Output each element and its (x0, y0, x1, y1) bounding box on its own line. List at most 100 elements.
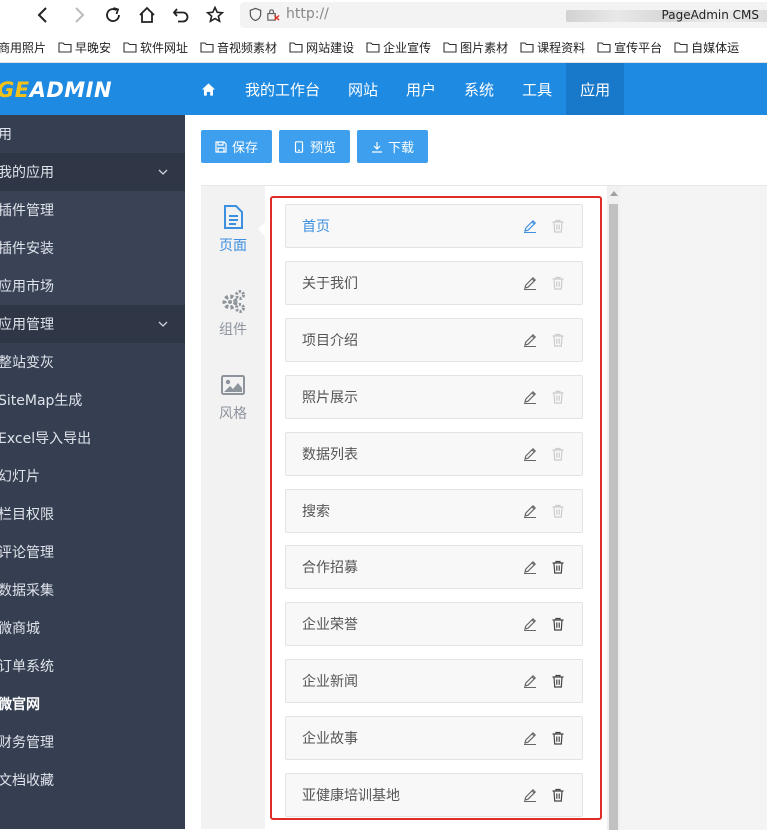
sidebar-item[interactable]: 栏目权限 (0, 495, 185, 533)
sidebar-item[interactable]: 微官网 (0, 685, 185, 723)
edit-icon (524, 788, 537, 802)
home-button[interactable] (134, 2, 160, 28)
bookmark-label: 音视频素材 (217, 40, 278, 55)
edit-page-button[interactable] (522, 673, 538, 689)
sidebar-item-label: 数据采集 (0, 583, 54, 599)
sidebar-item[interactable]: 幻灯片 (0, 457, 185, 495)
page-list-item[interactable]: 合作招募 (285, 545, 583, 590)
nav-item[interactable]: 应用 (566, 63, 625, 115)
sidebar-item[interactable]: 插件管理 (0, 191, 185, 229)
page-list-item[interactable]: 企业荣誉 (285, 602, 583, 647)
nav-item[interactable]: 用户 (392, 63, 450, 115)
nav-item[interactable]: 我的工作台 (231, 63, 334, 115)
sidebar-item[interactable]: 文档收藏 (0, 761, 185, 799)
bookmark-item[interactable]: 自媒体运 (674, 39, 739, 56)
nav-item[interactable]: 工具 (508, 63, 566, 115)
edit-page-button[interactable] (522, 389, 538, 405)
page-list-item[interactable]: 数据列表 (285, 431, 583, 476)
edit-page-button[interactable] (522, 616, 538, 632)
bookmark-label: 课程资料 (537, 40, 586, 55)
sidebar-item[interactable]: 财务管理 (0, 723, 185, 761)
delete-page-button[interactable] (550, 730, 566, 746)
tab-pages[interactable]: 页面 (201, 204, 265, 274)
page-list-item[interactable]: 关于我们 (285, 260, 583, 305)
scroll-up-arrow-icon[interactable] (610, 191, 618, 196)
edit-page-button[interactable] (522, 730, 538, 746)
sidebar-item[interactable]: 微商城 (0, 609, 185, 647)
sidebar-item[interactable]: 应用管理 (0, 305, 185, 343)
page-list-item[interactable]: 照片展示 (285, 374, 583, 419)
nav-item[interactable]: 系统 (450, 63, 508, 115)
edit-page-button[interactable] (522, 559, 538, 575)
edit-page-button[interactable] (522, 446, 538, 462)
bookmark-item[interactable]: 网站建设 (289, 39, 354, 56)
delete-page-button[interactable] (550, 218, 566, 234)
delete-page-button[interactable] (550, 673, 566, 689)
edit-page-button[interactable] (522, 503, 538, 519)
bookmark-item[interactable]: 课程资料 (520, 39, 585, 56)
nav-item[interactable]: 网站 (334, 63, 392, 115)
sidebar-item[interactable]: 应用市场 (0, 267, 185, 305)
save-label: 保存 (232, 141, 259, 156)
scroll-thumb[interactable] (609, 204, 618, 830)
nav-list: 我的工作台 网站 用户 系统 工具 应用 (231, 63, 625, 115)
sidebar-item[interactable]: 插件安装 (0, 229, 185, 267)
delete-page-button[interactable] (550, 446, 566, 462)
page-list-item[interactable]: 企业新闻 (285, 659, 583, 704)
bookmark-item[interactable]: 企业宣传 (366, 39, 431, 56)
bookmark-item[interactable]: 商用照片 (0, 39, 46, 56)
bookmark-item[interactable]: 图片素材 (443, 39, 508, 56)
edit-page-button[interactable] (522, 218, 538, 234)
page-list-item[interactable]: 亚健康培训基地 (285, 773, 583, 817)
edit-page-button[interactable] (522, 275, 538, 291)
bookmark-star-button[interactable] (202, 2, 228, 28)
page-list-item[interactable]: 项目介绍 (285, 317, 583, 362)
page-name: 合作招募 (302, 560, 358, 577)
delete-page-button[interactable] (550, 389, 566, 405)
delete-page-button[interactable] (550, 275, 566, 291)
folder-icon (123, 42, 137, 53)
tab-style[interactable]: 风格 (201, 372, 265, 442)
bookmark-item[interactable]: 音视频素材 (200, 39, 277, 56)
undo-button[interactable] (168, 2, 194, 28)
edit-icon (524, 219, 537, 233)
page-list-item[interactable]: 搜索 (285, 488, 583, 533)
delete-page-button[interactable] (550, 503, 566, 519)
save-button[interactable]: 保存 (201, 130, 273, 163)
save-icon (215, 140, 227, 153)
tab-components[interactable]: 组件 (201, 288, 265, 358)
sidebar-item[interactable]: 我的应用 (0, 153, 185, 191)
edit-page-button[interactable] (522, 787, 538, 803)
forward-button[interactable] (66, 2, 92, 28)
mobile-icon (294, 140, 304, 153)
page-list-item[interactable]: 首页 (285, 204, 583, 248)
download-button[interactable]: 下载 (357, 130, 429, 163)
sidebar-item[interactable]: 评论管理 (0, 533, 185, 571)
sidebar-item[interactable]: 用 (0, 115, 185, 153)
back-button[interactable] (30, 2, 56, 28)
sidebar-item[interactable]: SiteMap生成 (0, 381, 185, 419)
sidebar-item-label: Excel导入导出 (0, 431, 92, 447)
sidebar-item[interactable]: 数据采集 (0, 571, 185, 609)
sidebar-item[interactable]: 订单系统 (0, 647, 185, 685)
delete-page-button[interactable] (550, 787, 566, 803)
bookmark-item[interactable]: 宣传平台 (597, 39, 662, 56)
sidebar-item-label: 评论管理 (0, 545, 54, 561)
forward-icon (75, 7, 85, 23)
reload-button[interactable] (100, 2, 126, 28)
address-bar[interactable]: http:// PageAdmin CMS (240, 2, 767, 28)
delete-page-button[interactable] (550, 559, 566, 575)
bookmark-label: 早晚安 (75, 40, 112, 55)
edit-page-button[interactable] (522, 332, 538, 348)
page-list-item[interactable]: 企业故事 (285, 716, 583, 761)
page-list-scrollbar[interactable] (607, 186, 620, 830)
delete-page-button[interactable] (550, 616, 566, 632)
nav-home[interactable] (185, 63, 231, 115)
preview-button[interactable]: 预览 (279, 130, 351, 163)
sidebar-item[interactable]: 整站变灰 (0, 343, 185, 381)
bookmark-item[interactable]: 早晚安 (58, 39, 111, 56)
gears-icon (222, 290, 245, 313)
bookmark-item[interactable]: 软件网址 (123, 39, 188, 56)
sidebar-item[interactable]: Excel导入导出 (0, 419, 185, 457)
delete-page-button[interactable] (550, 332, 566, 348)
